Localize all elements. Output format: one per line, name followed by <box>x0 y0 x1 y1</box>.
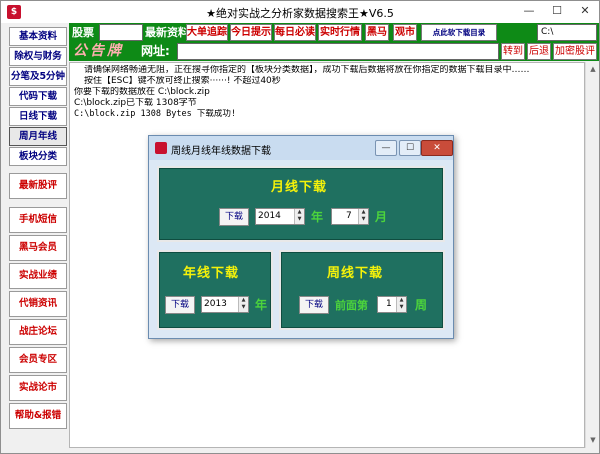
yearly-year-spinner[interactable]: 2013 ▲ ▼ <box>201 296 249 313</box>
main-window: $ ★绝对实战之分析家数据搜索王★V6.5 — ☐ ✕ 基本资料 除权与财务 分… <box>0 0 600 454</box>
window-title: ★绝对实战之分析家数据搜索王★V6.5 <box>206 7 394 20</box>
sidebar-item-tick-5min[interactable]: 分笔及5分钟 <box>9 67 67 86</box>
sidebar-item-darkhorse-member[interactable]: 黑马会员 <box>9 235 67 261</box>
url-input[interactable] <box>177 43 499 60</box>
url-label: 网址: <box>141 44 170 58</box>
sidebar-item-resale-news[interactable]: 代销资讯 <box>9 291 67 317</box>
weekly-download-button[interactable]: 下载 <box>299 296 329 314</box>
monthly-panel: 月线下载 下载 2014 ▲ ▼ 年 7 ▲ ▼ 月 <box>157 166 445 242</box>
monthly-download-button[interactable]: 下载 <box>219 208 249 226</box>
monthly-title: 月线下载 <box>271 180 328 195</box>
sidebar-item-member-zone[interactable]: 会员专区 <box>9 347 67 373</box>
top-toolbar: 股票 最新资料 大单追踪 今日提示 每日必读 实时行情 黑马 观市 点此软下载目… <box>69 23 599 42</box>
yearly-year-value: 2013 <box>204 299 227 309</box>
stock-label: 股票 <box>72 26 94 39</box>
realtime-quote-button[interactable]: 实时行情 <box>318 24 362 41</box>
sidebar-item-daily-download[interactable]: 日线下载 <box>9 107 67 126</box>
path-field[interactable]: C:\ <box>537 24 597 41</box>
log-line: C:\block.zip 1308 Bytes 下载成功! <box>74 109 236 119</box>
dialog-maximize-icon[interactable]: ☐ <box>399 140 421 156</box>
dialog-app-icon <box>155 142 167 154</box>
sidebar-item-sms[interactable]: 手机短信 <box>9 207 67 233</box>
weekly-prefix-label: 前面第 <box>335 299 368 312</box>
monthly-year-spinner[interactable]: 2014 ▲ ▼ <box>255 208 305 225</box>
download-dir-button[interactable]: 点此软下载目录 <box>421 24 497 41</box>
scroll-down-icon[interactable]: ▼ <box>586 433 600 447</box>
weekly-panel: 周线下载 下载 前面第 1 ▲ ▼ 周 <box>279 250 445 330</box>
spinner-arrows-icon[interactable]: ▲ ▼ <box>238 297 248 312</box>
big-order-button[interactable]: 大单追踪 <box>186 24 228 41</box>
goto-button[interactable]: 转到 <box>501 43 525 60</box>
monthly-year-unit: 年 <box>311 210 324 224</box>
yearly-panel: 年线下载 下载 2013 ▲ ▼ 年 <box>157 250 273 330</box>
title-bar[interactable]: $ ★绝对实战之分析家数据搜索王★V6.5 — ☐ ✕ <box>1 1 599 23</box>
log-scrollbar[interactable]: ▲ ▼ <box>585 62 599 448</box>
url-toolbar: 公告牌 网址: 转到 后退 加密股评 <box>69 42 599 61</box>
dialog-close-icon[interactable]: ✕ <box>421 140 453 156</box>
sidebar: 基本资料 除权与财务 分笔及5分钟 代码下载 日线下载 周月年线 板块分类 最新… <box>9 25 67 449</box>
encrypted-review-button[interactable]: 加密股评 <box>553 43 597 60</box>
sidebar-item-market-talk[interactable]: 实战论市 <box>9 375 67 401</box>
yearly-title: 年线下载 <box>183 266 240 281</box>
log-line: C:\block.zip已下载 1308字节 <box>74 98 197 108</box>
notice-board-label: 公告牌 <box>73 43 124 59</box>
scroll-up-icon[interactable]: ▲ <box>586 62 600 76</box>
weekly-week-value: 1 <box>386 299 392 309</box>
dialog-title: 周线月线年线数据下载 <box>171 146 271 157</box>
weekly-title: 周线下载 <box>327 266 384 281</box>
maximize-icon[interactable]: ☐ <box>543 1 571 21</box>
spinner-arrows-icon[interactable]: ▲ ▼ <box>396 297 406 312</box>
latest-data-label[interactable]: 最新资料 <box>145 24 189 41</box>
monthly-month-spinner[interactable]: 7 ▲ ▼ <box>331 208 369 225</box>
sidebar-item-latest-review[interactable]: 最新股评 <box>9 173 67 199</box>
log-line: 你要下载的数据放在 C:\block.zip <box>74 87 210 97</box>
darkhorse-button[interactable]: 黑马 <box>365 24 389 41</box>
watch-market-button[interactable]: 观市 <box>393 24 417 41</box>
daily-read-button[interactable]: 每日必读 <box>274 24 316 41</box>
spinner-arrows-icon[interactable]: ▲ ▼ <box>358 209 368 224</box>
sidebar-item-week-month-year[interactable]: 周月年线 <box>9 127 67 146</box>
spinner-arrows-icon[interactable]: ▲ ▼ <box>294 209 304 224</box>
download-dialog: 周线月线年线数据下载 — ☐ ✕ 月线下载 下载 2014 ▲ ▼ 年 7 ▲ ▼ … <box>148 135 454 339</box>
sidebar-item-exright-finance[interactable]: 除权与财务 <box>9 47 67 66</box>
sidebar-item-performance[interactable]: 实战业绩 <box>9 263 67 289</box>
weekly-week-spinner[interactable]: 1 ▲ ▼ <box>377 296 407 313</box>
monthly-year-value: 2014 <box>258 211 281 221</box>
dialog-title-bar[interactable]: 周线月线年线数据下载 — ☐ ✕ <box>149 136 453 160</box>
close-icon[interactable]: ✕ <box>571 1 599 21</box>
sidebar-item-help[interactable]: 帮助&报错 <box>9 403 67 429</box>
minimize-icon[interactable]: — <box>515 1 543 21</box>
yearly-year-unit: 年 <box>255 298 268 312</box>
sidebar-item-sector[interactable]: 板块分类 <box>9 147 67 166</box>
sidebar-item-forum[interactable]: 战庄论坛 <box>9 319 67 345</box>
sidebar-item-basic-info[interactable]: 基本资料 <box>9 27 67 46</box>
log-line: 请确保网络畅通无阻，正在搜寻你指定的【板块分类数据】，成功下载后数据将放在你指定… <box>84 65 530 75</box>
back-button[interactable]: 后退 <box>527 43 551 60</box>
monthly-month-value: 7 <box>346 211 352 221</box>
monthly-month-unit: 月 <box>375 210 388 224</box>
log-line: 按住【ESC】键不放可终止搜索······! 不超过40秒 <box>84 76 281 86</box>
weekly-week-unit: 周 <box>415 298 428 312</box>
stock-input[interactable] <box>99 24 143 41</box>
today-tips-button[interactable]: 今日提示 <box>230 24 272 41</box>
yearly-download-button[interactable]: 下载 <box>165 296 195 314</box>
dialog-minimize-icon[interactable]: — <box>375 140 397 156</box>
sidebar-item-code-download[interactable]: 代码下载 <box>9 87 67 106</box>
